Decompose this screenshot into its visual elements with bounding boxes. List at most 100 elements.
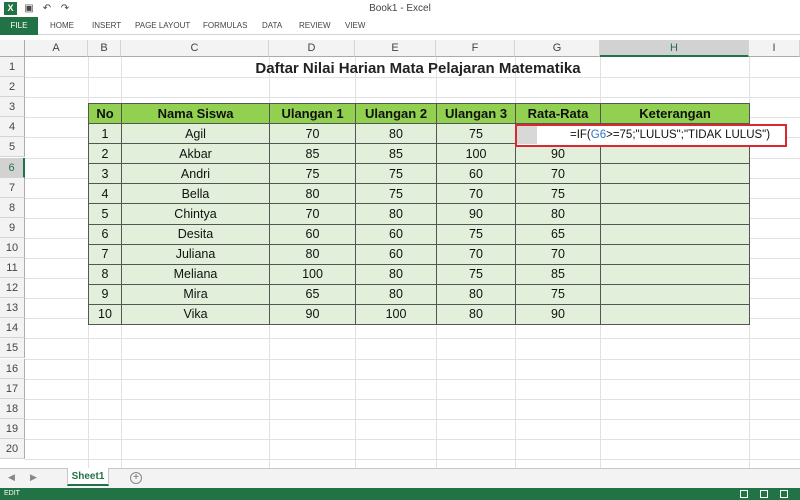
row-header-18[interactable]: 18 bbox=[0, 398, 25, 419]
table-cell[interactable]: 75 bbox=[436, 263, 516, 285]
row-header-13[interactable]: 13 bbox=[0, 298, 25, 319]
table-cell[interactable]: 80 bbox=[269, 243, 356, 265]
table-cell[interactable]: 85 bbox=[269, 143, 356, 165]
table-cell[interactable]: Juliana bbox=[121, 243, 270, 265]
table-cell[interactable]: 6 bbox=[88, 223, 122, 245]
table-cell[interactable]: 75 bbox=[436, 123, 516, 145]
row-header-9[interactable]: 9 bbox=[0, 217, 25, 238]
table-cell[interactable]: 90 bbox=[515, 303, 601, 326]
row-header-6[interactable]: 6 bbox=[0, 157, 25, 178]
table-cell[interactable]: 60 bbox=[436, 163, 516, 185]
table-cell[interactable]: 75 bbox=[515, 283, 601, 305]
table-cell[interactable]: 80 bbox=[436, 283, 516, 305]
table-cell[interactable]: Meliana bbox=[121, 263, 270, 285]
table-cell[interactable]: 70 bbox=[436, 183, 516, 205]
header-no[interactable]: No bbox=[88, 102, 122, 125]
column-header-e[interactable]: E bbox=[355, 40, 436, 57]
table-cell[interactable]: 60 bbox=[355, 223, 437, 245]
table-cell[interactable]: 75 bbox=[355, 163, 437, 185]
row-header-5[interactable]: 5 bbox=[0, 137, 25, 158]
column-header-g[interactable]: G bbox=[515, 40, 600, 57]
row-header-17[interactable]: 17 bbox=[0, 378, 25, 399]
table-cell[interactable]: 80 bbox=[269, 183, 356, 205]
column-header-i[interactable]: I bbox=[749, 40, 800, 57]
table-cell[interactable] bbox=[600, 263, 750, 285]
column-header-b[interactable]: B bbox=[88, 40, 121, 57]
table-cell[interactable]: 7 bbox=[88, 243, 122, 265]
table-cell[interactable]: 75 bbox=[436, 223, 516, 245]
table-cell[interactable]: 3 bbox=[88, 163, 122, 185]
header-nama-siswa[interactable]: Nama Siswa bbox=[121, 102, 270, 125]
row-header-19[interactable]: 19 bbox=[0, 418, 25, 439]
table-cell[interactable]: 100 bbox=[436, 143, 516, 165]
table-cell[interactable] bbox=[600, 303, 750, 326]
table-cell[interactable]: 80 bbox=[355, 283, 437, 305]
row-header-7[interactable]: 7 bbox=[0, 177, 25, 198]
table-cell[interactable]: 100 bbox=[269, 263, 356, 285]
table-cell[interactable]: Andri bbox=[121, 163, 270, 185]
select-all-corner[interactable] bbox=[0, 40, 25, 57]
table-cell[interactable]: 100 bbox=[355, 303, 437, 326]
row-header-1[interactable]: 1 bbox=[0, 57, 25, 78]
row-header-10[interactable]: 10 bbox=[0, 237, 25, 258]
row-header-4[interactable]: 4 bbox=[0, 117, 25, 138]
table-cell[interactable]: 70 bbox=[515, 243, 601, 265]
table-cell[interactable]: 80 bbox=[355, 203, 437, 225]
header-ulangan-1[interactable]: Ulangan 1 bbox=[269, 102, 356, 125]
row-header-15[interactable]: 15 bbox=[0, 338, 25, 359]
tab-insert[interactable]: INSERT bbox=[92, 17, 121, 35]
header-keterangan[interactable]: Keterangan bbox=[600, 102, 750, 125]
table-cell[interactable]: 70 bbox=[436, 243, 516, 265]
scroll-sheets-right-icon[interactable]: ▶ bbox=[30, 472, 37, 483]
table-cell[interactable]: 75 bbox=[269, 163, 356, 185]
table-cell[interactable]: 8 bbox=[88, 263, 122, 285]
column-header-a[interactable]: A bbox=[25, 40, 88, 57]
table-cell[interactable]: 70 bbox=[269, 203, 356, 225]
table-cell[interactable]: 80 bbox=[355, 123, 437, 145]
column-header-h[interactable]: H bbox=[600, 40, 749, 57]
tab-review[interactable]: REVIEW bbox=[299, 17, 331, 35]
table-cell[interactable]: Chintya bbox=[121, 203, 270, 225]
table-cell[interactable]: 80 bbox=[436, 303, 516, 326]
table-cell[interactable] bbox=[600, 163, 750, 185]
table-cell[interactable]: Akbar bbox=[121, 143, 270, 165]
table-cell[interactable] bbox=[600, 203, 750, 225]
table-cell[interactable]: 2 bbox=[88, 143, 122, 165]
table-cell[interactable] bbox=[600, 183, 750, 205]
table-cell[interactable]: 70 bbox=[515, 163, 601, 185]
table-cell[interactable]: 65 bbox=[269, 283, 356, 305]
header-rata-rata[interactable]: Rata-Rata bbox=[515, 102, 601, 125]
tab-home[interactable]: HOME bbox=[50, 17, 74, 35]
table-cell[interactable]: 1 bbox=[88, 123, 122, 145]
sheet-tab-sheet1[interactable]: Sheet1 bbox=[67, 468, 109, 486]
table-cell[interactable]: 85 bbox=[515, 263, 601, 285]
add-sheet-icon[interactable]: + bbox=[130, 472, 142, 484]
table-cell[interactable]: 60 bbox=[355, 243, 437, 265]
tab-data[interactable]: DATA bbox=[262, 17, 282, 35]
table-cell[interactable] bbox=[600, 283, 750, 305]
table-cell[interactable]: 80 bbox=[515, 203, 601, 225]
table-cell[interactable]: 90 bbox=[269, 303, 356, 326]
row-header-8[interactable]: 8 bbox=[0, 197, 25, 218]
tab-page-layout[interactable]: PAGE LAYOUT bbox=[135, 17, 190, 35]
scroll-sheets-left-icon[interactable]: ◀ bbox=[8, 472, 15, 483]
table-cell[interactable]: 5 bbox=[88, 203, 122, 225]
row-header-12[interactable]: 12 bbox=[0, 278, 25, 299]
table-cell[interactable]: Agil bbox=[121, 123, 270, 145]
tab-file[interactable]: FILE bbox=[0, 17, 38, 35]
row-header-2[interactable]: 2 bbox=[0, 77, 25, 98]
table-cell[interactable]: 80 bbox=[355, 263, 437, 285]
row-header-3[interactable]: 3 bbox=[0, 97, 25, 118]
table-cell[interactable]: 75 bbox=[515, 183, 601, 205]
table-cell[interactable]: 90 bbox=[436, 203, 516, 225]
table-cell[interactable]: Desita bbox=[121, 223, 270, 245]
row-header-11[interactable]: 11 bbox=[0, 258, 25, 279]
table-cell[interactable]: 60 bbox=[269, 223, 356, 245]
row-header-20[interactable]: 20 bbox=[0, 438, 25, 459]
row-header-14[interactable]: 14 bbox=[0, 318, 25, 339]
table-cell[interactable]: 85 bbox=[355, 143, 437, 165]
page-break-view-icon[interactable] bbox=[780, 490, 788, 498]
column-header-d[interactable]: D bbox=[269, 40, 355, 57]
tab-view[interactable]: VIEW bbox=[345, 17, 365, 35]
header-ulangan-2[interactable]: Ulangan 2 bbox=[355, 102, 437, 125]
